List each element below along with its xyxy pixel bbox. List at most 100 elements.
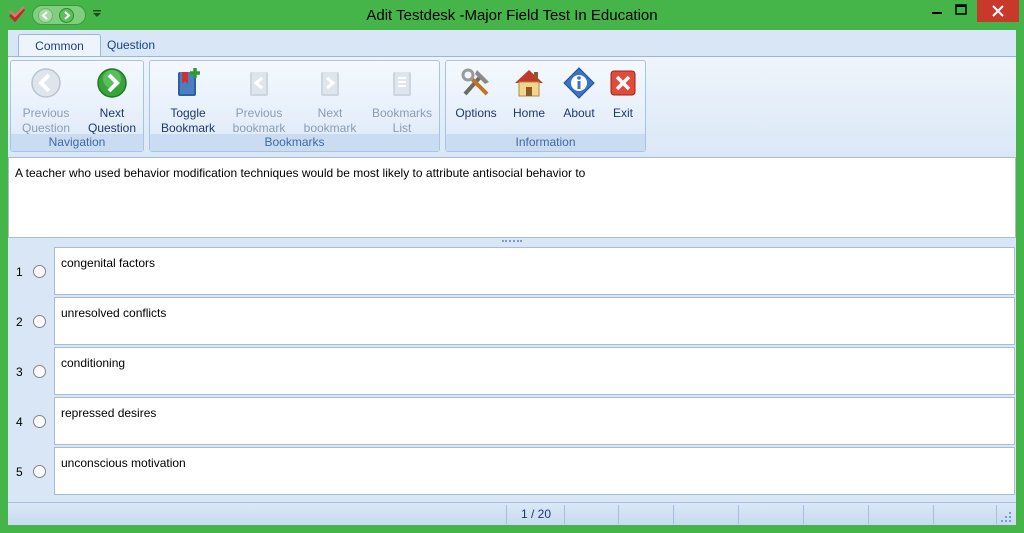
bookmarks-list-icon (393, 72, 411, 96)
title-bar[interactable]: Adit Testdesk -Major Field Test In Educa… (0, 0, 1024, 30)
option-number: 2 (16, 315, 23, 329)
about-label: About (563, 106, 595, 120)
panel-splitter[interactable] (8, 238, 1016, 246)
home-icon (515, 70, 543, 97)
bookmarks-list-button[interactable]: Bookmarks List (368, 64, 436, 136)
toggle-bookmark-label-2: Bookmark (160, 121, 216, 135)
arrow-left-icon (41, 11, 48, 20)
group-bookmarks: Toggle Bookmark Previous bookmark Next b… (149, 60, 440, 152)
status-bar: 1 / 20 (8, 502, 1016, 525)
home-button[interactable]: Home (504, 64, 554, 136)
bookmarks-list-label-2: List (392, 121, 412, 135)
option-number: 4 (16, 415, 23, 429)
maximize-button[interactable] (946, 0, 976, 22)
option-radio-3[interactable] (33, 365, 46, 378)
toggle-bookmark-label-1: Toggle (170, 106, 206, 120)
option-text: unconscious motivation (61, 456, 186, 470)
status-separator (996, 505, 997, 524)
splitter-grip-icon (502, 240, 522, 245)
customize-toolbar-icon[interactable] (92, 9, 102, 19)
bookmark-next-icon (321, 72, 339, 96)
exit-icon (610, 70, 636, 96)
bookmark-add-icon (178, 68, 200, 96)
option-box[interactable]: unconscious motivation (54, 447, 1015, 495)
option-text: repressed desires (61, 406, 157, 420)
option-box[interactable]: unresolved conflicts (54, 297, 1015, 345)
previous-question-label-2: Question (21, 121, 71, 135)
exit-label: Exit (612, 106, 633, 120)
next-bookmark-label-1: Next (317, 106, 343, 120)
arrow-right-circle-icon (97, 68, 127, 98)
status-separator (618, 505, 619, 524)
previous-bookmark-button[interactable]: Previous bookmark (226, 64, 292, 136)
option-radio-1[interactable] (33, 265, 46, 278)
page-indicator: 1 / 20 (520, 507, 552, 521)
close-icon (992, 5, 1004, 17)
tab-common[interactable]: Common (18, 34, 101, 56)
tab-question[interactable]: Question (100, 34, 162, 56)
option-radio-2[interactable] (33, 315, 46, 328)
tools-icon (461, 68, 489, 96)
option-text: conditioning (61, 356, 126, 370)
status-separator (738, 505, 739, 524)
info-icon (563, 67, 595, 99)
group-navigation: Previous Question Next Question Navigation (10, 60, 144, 152)
option-row: 3 conditioning (8, 347, 1016, 397)
bookmark-previous-icon (250, 72, 268, 96)
close-button[interactable] (977, 0, 1019, 22)
option-box[interactable]: repressed desires (54, 397, 1015, 445)
quick-access-toolbar (32, 5, 86, 25)
ribbon-tabs: Common Question (8, 30, 1016, 56)
quick-forward-button[interactable] (59, 8, 74, 23)
checkmark-app-icon (8, 6, 26, 23)
group-label-information: Information (446, 134, 645, 151)
arrow-left-circle-icon (31, 68, 61, 98)
option-row: 4 repressed desires (8, 397, 1016, 447)
quick-back-button[interactable] (38, 8, 53, 23)
ribbon: Previous Question Next Question Navigation (8, 56, 1016, 154)
previous-bookmark-label-2: bookmark (232, 121, 286, 135)
options-label: Options (455, 106, 497, 120)
exit-button[interactable]: Exit (602, 64, 644, 136)
previous-question-label-1: Previous (22, 106, 70, 120)
status-separator (506, 505, 507, 524)
option-box[interactable]: conditioning (54, 347, 1015, 395)
toggle-bookmark-button[interactable]: Toggle Bookmark (156, 64, 220, 136)
option-box[interactable]: congenital factors (54, 247, 1015, 295)
window-title: Adit Testdesk -Major Field Test In Educa… (366, 7, 658, 24)
group-information: Options Home About Exit Information (445, 60, 646, 152)
resize-grip-icon[interactable] (998, 509, 1012, 523)
maximize-icon (955, 4, 967, 15)
client-area: Common Question Previous Question Next Q… (8, 30, 1016, 525)
option-row: 1 congenital factors (8, 247, 1016, 297)
option-radio-4[interactable] (33, 415, 46, 428)
option-row: 5 unconscious motivation (8, 447, 1016, 497)
next-question-button[interactable]: Next Question (81, 64, 143, 136)
next-bookmark-button[interactable]: Next bookmark (298, 64, 362, 136)
next-bookmark-label-2: bookmark (303, 121, 357, 135)
previous-question-button[interactable]: Previous Question (15, 64, 77, 136)
app-window: Adit Testdesk -Major Field Test In Educa… (0, 0, 1024, 533)
question-text: A teacher who used behavior modification… (15, 166, 586, 180)
option-text: congenital factors (61, 256, 156, 270)
previous-bookmark-label-1: Previous (235, 106, 283, 120)
next-question-label-1: Next (99, 106, 125, 120)
option-number: 5 (16, 465, 23, 479)
bookmarks-list-label-1: Bookmarks (371, 106, 433, 120)
group-label-bookmarks: Bookmarks (150, 134, 439, 151)
option-text: unresolved conflicts (61, 306, 167, 320)
home-label: Home (512, 106, 545, 120)
status-separator (564, 505, 565, 524)
option-number: 1 (16, 265, 23, 279)
status-separator (933, 505, 934, 524)
status-separator (868, 505, 869, 524)
about-button[interactable]: About (554, 64, 604, 136)
option-radio-5[interactable] (33, 465, 46, 478)
options-button[interactable]: Options (450, 64, 502, 136)
group-label-navigation: Navigation (11, 134, 143, 151)
arrow-right-icon (64, 11, 71, 20)
status-separator (803, 505, 804, 524)
status-separator (673, 505, 674, 524)
question-panel: A teacher who used behavior modification… (8, 157, 1016, 238)
next-question-label-2: Question (87, 121, 137, 135)
